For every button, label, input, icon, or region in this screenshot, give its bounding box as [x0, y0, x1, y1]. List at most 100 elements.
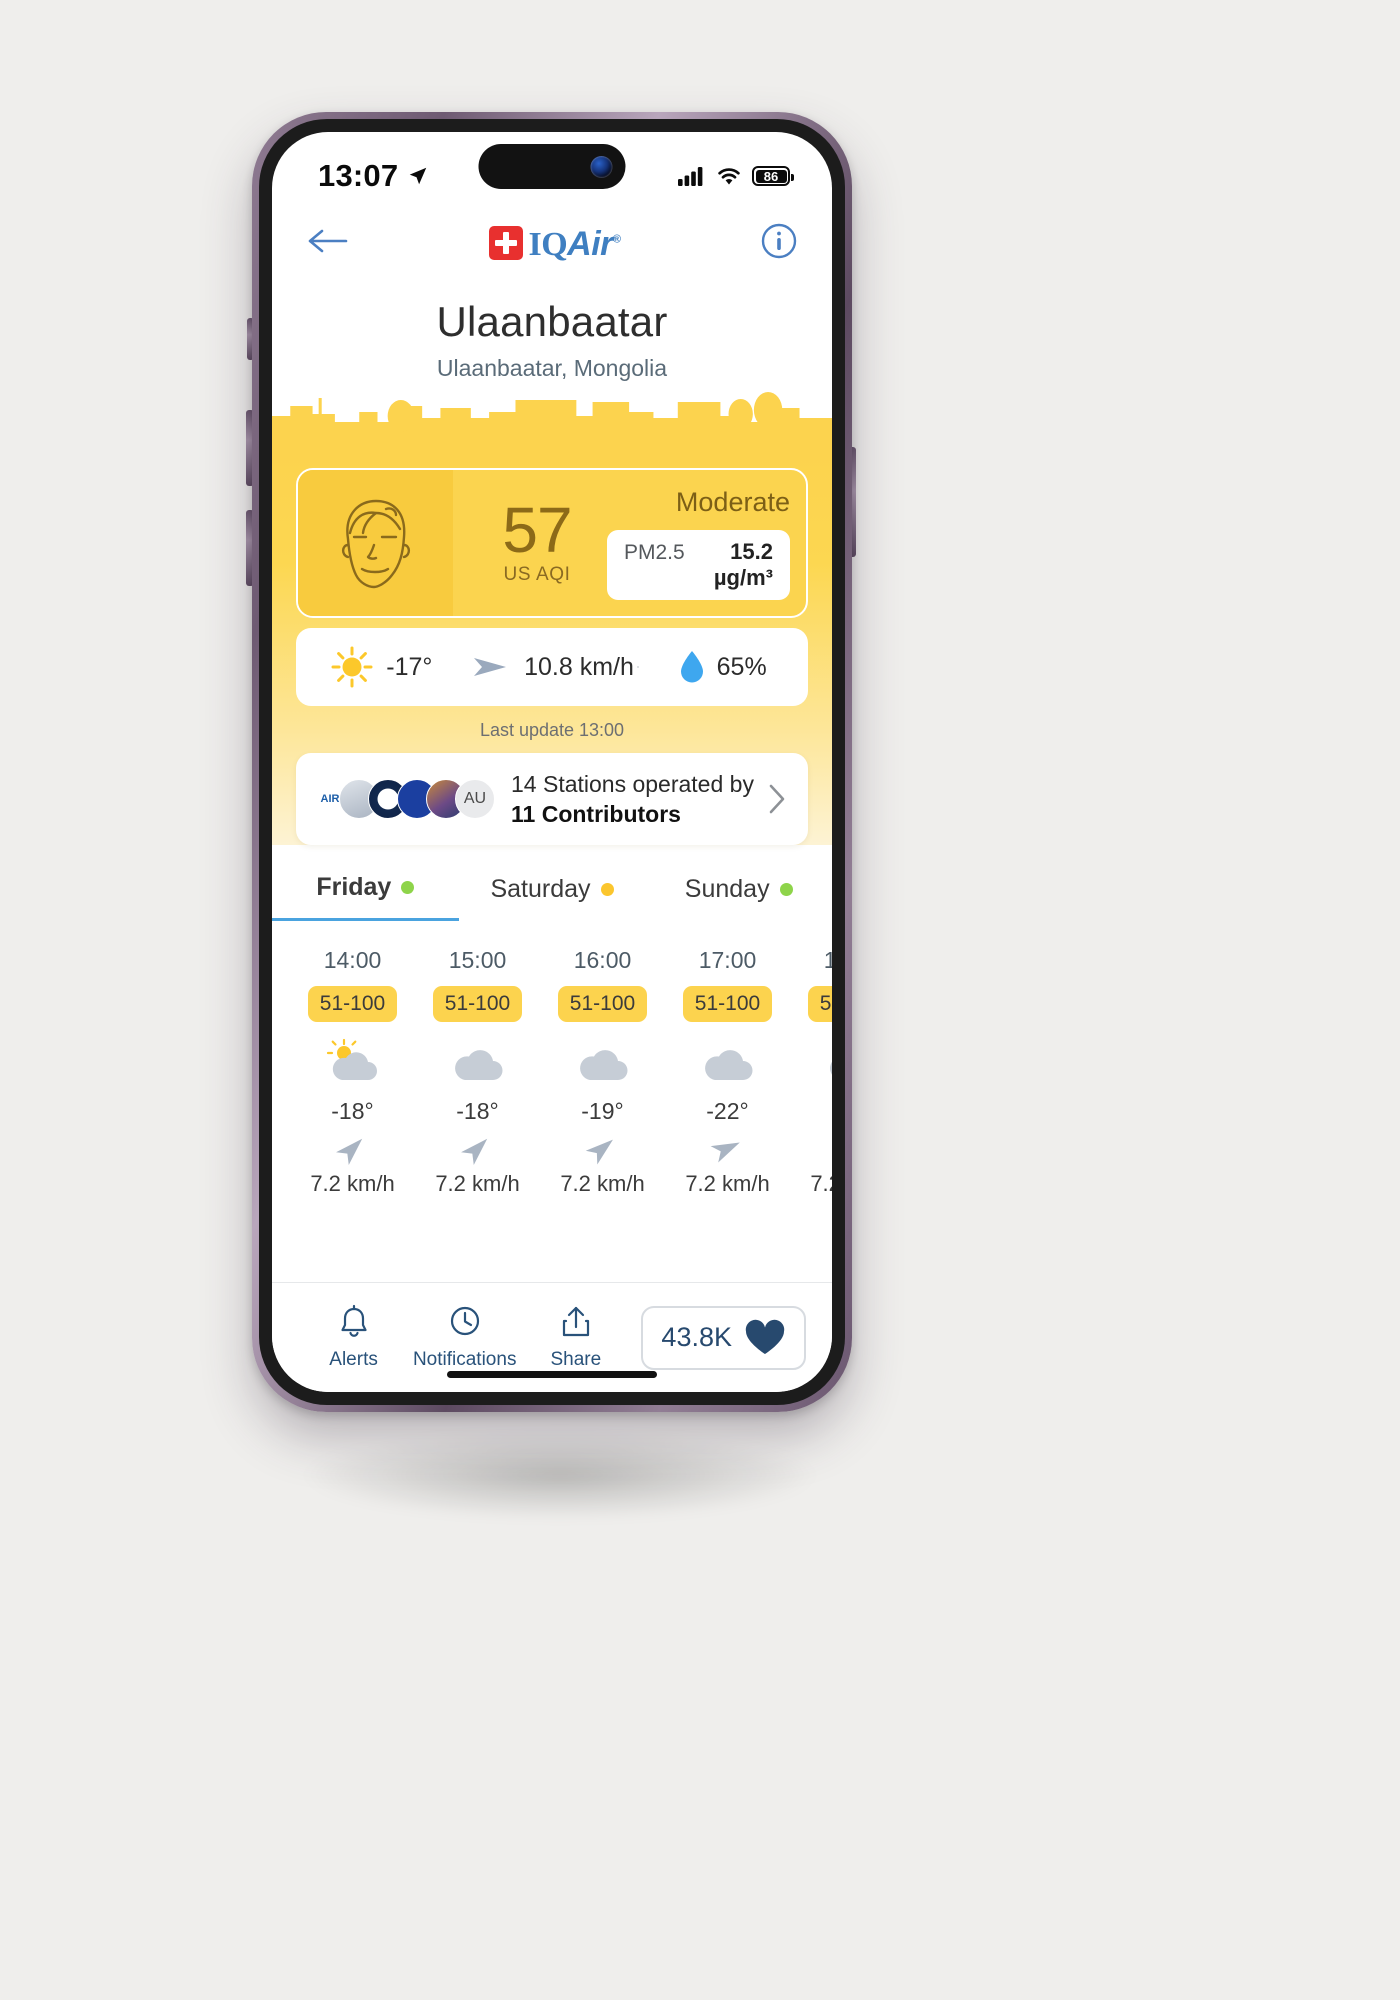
hour-weather-icon-wrap — [790, 1030, 832, 1092]
hour-wind-speed: 7.2 km/h — [685, 1171, 770, 1196]
sun-behind-cloud-icon — [326, 1038, 377, 1080]
pm25-badge: PM2.5 15.2 µg/m³ — [607, 529, 790, 600]
stations-contributors-row[interactable]: AIR AU 14 Stations operated by 11 Contri… — [296, 753, 808, 845]
phone-bezel: 13:07 86 IQAir® Ulaanbaatar Ulaanbaatar,… — [259, 119, 845, 1405]
location-arrow-icon — [410, 167, 427, 185]
hour-aqi-badge: 51-100 — [432, 986, 523, 1022]
wifi-icon — [718, 168, 740, 185]
battery-percentage: 86 — [763, 168, 779, 184]
tab-day-sunday[interactable]: Sunday — [645, 873, 832, 921]
likes-button[interactable]: 43.8K — [641, 1305, 806, 1370]
contributors-count-text: 11 Contributors — [511, 800, 681, 827]
forecast-section: Friday Saturday Sunday 14:00 51-100 -18°… — [272, 847, 832, 1197]
back-arrow-icon — [308, 229, 348, 252]
hourly-forecast-item: 17:00 51-100 -22° 7.2 km/h — [665, 947, 790, 1197]
weather-temperature: -17° — [386, 652, 433, 681]
iqair-logo: IQAir® — [489, 226, 621, 262]
swiss-flag-icon — [489, 226, 524, 260]
hour-temperature: -19° — [581, 1098, 624, 1124]
status-bar-left: 13:07 — [318, 158, 429, 194]
dynamic-island — [478, 144, 626, 189]
hour-wind-speed: 7.2 km/h — [435, 1171, 520, 1196]
pm25-value: 15.2 µg/m³ — [713, 538, 773, 590]
city-name: Ulaanbaatar — [436, 298, 668, 345]
aqi-value: 57 — [502, 493, 572, 566]
hour-temperature: -22° — [706, 1098, 749, 1124]
forecast-day-tabs: Friday Saturday Sunday — [272, 873, 832, 921]
tab-day-label: Saturday — [490, 874, 591, 903]
info-circle-icon — [761, 223, 797, 258]
clock-icon — [450, 1306, 479, 1336]
phone-frame: 13:07 86 IQAir® Ulaanbaatar Ulaanbaatar,… — [252, 112, 852, 1412]
phone-screen: 13:07 86 IQAir® Ulaanbaatar Ulaanbaatar,… — [272, 132, 832, 1392]
likes-count: 43.8K — [661, 1322, 732, 1352]
cloud-icon — [704, 1050, 752, 1080]
aqi-status-dot — [779, 882, 793, 896]
aqi-yellow-body: 57 US AQI Moderate PM2.5 15.2 µg/m³ -17°… — [272, 454, 832, 845]
hour-temperature: -18° — [331, 1098, 374, 1124]
nav-item-notifications[interactable]: Notifications — [409, 1304, 520, 1371]
hour-wind-icon-wrap — [790, 1125, 832, 1171]
last-update-text: Last update 13:00 — [479, 720, 625, 740]
hour-time: 14:00 — [323, 947, 382, 973]
hour-wind-icon-wrap — [665, 1125, 790, 1171]
aqi-status-dot — [600, 882, 614, 896]
hourly-forecast-item: 14:00 51-100 -18° 7.2 km/h — [290, 947, 415, 1197]
tab-day-label: Friday — [316, 873, 392, 901]
hour-time: 15:00 — [448, 947, 507, 973]
wind-arrow-icon — [335, 1138, 362, 1165]
location-titles: Ulaanbaatar Ulaanbaatar, Mongolia — [272, 280, 832, 392]
hour-wind-speed: 7.2 km/h — [810, 1171, 832, 1196]
cellular-bars-icon — [678, 167, 703, 186]
aqi-section: 57 US AQI Moderate PM2.5 15.2 µg/m³ -17°… — [272, 392, 832, 845]
nav-label: Alerts — [329, 1349, 378, 1370]
wind-arrow-icon — [831, 1130, 832, 1166]
tab-day-friday[interactable]: Friday — [272, 873, 459, 921]
region-name: Ulaanbaatar, Mongolia — [436, 355, 668, 381]
hour-wind-speed: 7.2 km/h — [310, 1171, 395, 1196]
hour-aqi-badge: 51-100 — [682, 986, 773, 1022]
wind-arrow-icon — [710, 1142, 740, 1163]
stations-count-text: 14 Stations operated by — [511, 770, 754, 797]
status-bar-right: 86 — [678, 166, 794, 186]
hour-temperature: -23° — [790, 1098, 832, 1125]
nav-item-alerts[interactable]: Alerts — [298, 1304, 409, 1371]
logo-air-text: Air — [567, 224, 613, 263]
wind-arrow-icon — [460, 1138, 487, 1165]
screenshot-stage: 13:07 86 IQAir® Ulaanbaatar Ulaanbaatar,… — [0, 0, 1400, 2000]
status-bar: 13:07 86 — [272, 132, 832, 206]
aqi-card[interactable]: 57 US AQI Moderate PM2.5 15.2 µg/m³ — [296, 468, 808, 618]
aqi-level-label: Moderate — [675, 486, 790, 517]
hour-wind-icon-wrap — [290, 1125, 415, 1171]
pm25-label: PM2.5 — [624, 540, 685, 564]
logo-wordmark: IQAir® — [528, 227, 621, 262]
avatar: AU — [455, 779, 495, 819]
hour-aqi-badge: 51-100 — [557, 986, 648, 1022]
nav-label: Notifications — [412, 1349, 517, 1370]
hour-weather-icon-wrap — [540, 1030, 665, 1092]
weather-humidity: 65% — [716, 652, 767, 681]
aqi-value-block: 57 US AQI — [467, 493, 607, 587]
back-button[interactable] — [306, 226, 350, 261]
battery-icon: 86 — [752, 166, 794, 186]
tab-day-label: Sunday — [684, 874, 770, 903]
hourly-forecast-strip[interactable]: 14:00 51-100 -18° 7.2 km/h 15:00 51-100 … — [272, 921, 832, 1197]
tab-day-saturday[interactable]: Saturday — [459, 873, 646, 921]
weather-temperature-item: -17° — [296, 645, 467, 689]
weather-wind: 10.8 km/h — [524, 652, 634, 681]
front-camera-icon — [590, 155, 613, 178]
wind-arrow-icon — [474, 658, 507, 676]
cloud-icon — [829, 1061, 832, 1076]
hour-aqi-badge: 51-100 — [807, 986, 832, 1022]
chevron-right-icon[interactable] — [766, 782, 788, 816]
hourly-forecast-item: 15:00 51-100 -18° 7.2 km/h — [415, 947, 540, 1197]
hour-weather-icon-wrap — [415, 1030, 540, 1092]
home-indicator[interactable] — [447, 1371, 657, 1378]
hour-wind-icon-wrap — [415, 1125, 540, 1171]
water-drop-icon — [680, 651, 703, 683]
hourly-forecast-item: 18:00 51-100 -23° 7.2 km/h — [790, 947, 832, 1197]
hour-wind-speed: 7.2 km/h — [560, 1171, 645, 1196]
nav-item-share[interactable]: Share — [520, 1304, 631, 1371]
hour-wind-icon-wrap — [540, 1125, 665, 1171]
info-button[interactable] — [760, 222, 798, 265]
